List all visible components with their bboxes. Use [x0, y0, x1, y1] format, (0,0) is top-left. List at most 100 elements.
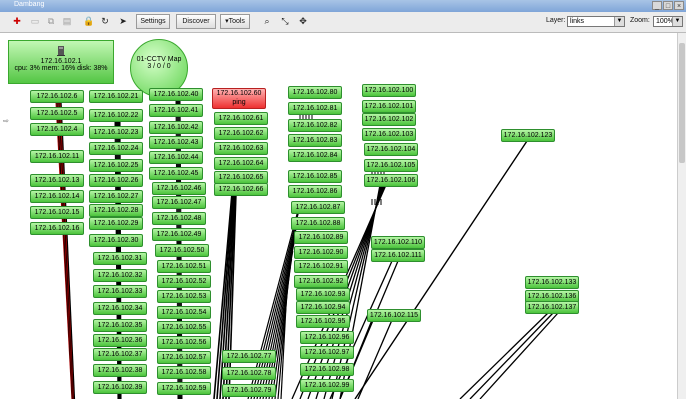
server-node[interactable]: 172.16.102.1 cpu: 3% mem: 16% disk: 38%	[8, 40, 114, 84]
vertical-scrollbar[interactable]	[677, 33, 686, 399]
device-node[interactable]: 172.16.102.79	[222, 384, 276, 397]
pointer-icon[interactable]: ➤	[116, 15, 130, 28]
device-node[interactable]: 172.16.102.52	[157, 275, 211, 288]
device-node[interactable]: 172.16.102.93	[296, 288, 350, 301]
device-node[interactable]: 172.16.102.133	[525, 276, 579, 289]
device-node[interactable]: 172.16.102.115	[367, 309, 421, 322]
device-node[interactable]: 172.16.102.123	[501, 129, 555, 142]
device-node[interactable]: 172.16.102.83	[288, 134, 342, 147]
device-node[interactable]: 172.16.102.37	[93, 348, 147, 361]
device-node[interactable]: 172.16.102.16	[30, 222, 84, 235]
device-node[interactable]: 172.16.102.27	[89, 190, 143, 203]
device-node[interactable]: 172.16.102.39	[93, 381, 147, 394]
center-icon[interactable]: ✥	[296, 15, 310, 28]
device-node[interactable]: 172.16.102.99	[300, 379, 354, 392]
device-node[interactable]: 172.16.102.61	[214, 112, 268, 125]
device-node[interactable]: 172.16.102.40	[149, 88, 203, 101]
scrollbar-thumb[interactable]	[679, 43, 685, 163]
device-node[interactable]: 172.16.102.50	[155, 244, 209, 257]
device-node[interactable]: 172.16.102.35	[93, 319, 147, 332]
device-node[interactable]: 172.16.102.80	[288, 86, 342, 99]
device-node[interactable]: 172.16.102.47	[152, 196, 206, 209]
device-node[interactable]: 172.16.102.24	[89, 142, 143, 155]
fit-icon[interactable]: ⤡	[278, 15, 292, 28]
device-node[interactable]: 172.16.102.104	[364, 143, 418, 156]
remove-icon[interactable]: ▭	[28, 15, 42, 28]
device-node[interactable]: 172.16.102.77	[222, 350, 276, 363]
device-node[interactable]: 172.16.102.4	[30, 123, 84, 136]
device-node[interactable]: 172.16.102.36	[93, 334, 147, 347]
lock-icon[interactable]: 🔒	[82, 15, 96, 28]
device-node[interactable]: 172.16.102.59	[157, 382, 211, 395]
device-node[interactable]: 172.16.102.58	[157, 366, 211, 379]
device-node[interactable]: 172.16.102.81	[288, 102, 342, 115]
device-node[interactable]: 172.16.102.94	[296, 301, 350, 314]
device-node[interactable]: 172.16.102.111	[371, 249, 425, 262]
device-node[interactable]: 172.16.102.82	[288, 119, 342, 132]
device-node[interactable]: 172.16.102.15	[30, 206, 84, 219]
minimize-button[interactable]: _	[652, 1, 662, 10]
device-node[interactable]: 172.16.102.57	[157, 351, 211, 364]
device-node[interactable]: 172.16.102.26	[89, 174, 143, 187]
device-node[interactable]: 172.16.102.137	[525, 301, 579, 314]
device-node[interactable]: 172.16.102.45	[149, 167, 203, 180]
zoom-select[interactable]: 100% ▼	[653, 16, 683, 27]
device-node[interactable]: 172.16.102.90	[294, 246, 348, 259]
device-node[interactable]: 172.16.102.102	[362, 113, 416, 126]
device-node[interactable]: 172.16.102.41	[149, 104, 203, 117]
device-node[interactable]: 172.16.102.11	[30, 150, 84, 163]
device-node[interactable]: 172.16.102.63	[214, 142, 268, 155]
device-node[interactable]: 172.16.102.34	[93, 302, 147, 315]
tools-button[interactable]: ▾Tools	[220, 14, 250, 29]
window-titlebar[interactable]: Dambang _ □ ×	[0, 0, 686, 12]
device-node[interactable]: 172.16.102.44	[149, 151, 203, 164]
device-node[interactable]: 172.16.102.32	[93, 269, 147, 282]
device-node[interactable]: 172.16.102.110	[371, 236, 425, 249]
device-node[interactable]: 172.16.102.56	[157, 336, 211, 349]
device-node[interactable]: 172.16.102.31	[93, 252, 147, 265]
device-node[interactable]: 172.16.102.60 ping	[212, 88, 266, 109]
device-node[interactable]: 172.16.102.14	[30, 190, 84, 203]
device-node[interactable]: 172.16.102.88	[291, 217, 345, 230]
refresh-icon[interactable]: ↻	[98, 15, 112, 28]
device-node[interactable]: 172.16.102.5	[30, 107, 84, 120]
device-node[interactable]: 172.16.102.53	[157, 290, 211, 303]
binoculars-icon[interactable]: ⌕	[260, 15, 274, 28]
device-node[interactable]: 172.16.102.106	[364, 174, 418, 187]
device-node[interactable]: 172.16.102.49	[152, 228, 206, 241]
device-node[interactable]: 172.16.102.78	[222, 367, 276, 380]
device-node[interactable]: 172.16.102.85	[288, 170, 342, 183]
device-node[interactable]: 172.16.102.48	[152, 212, 206, 225]
device-node[interactable]: 172.16.102.97	[300, 346, 354, 359]
device-node[interactable]: 172.16.102.43	[149, 136, 203, 149]
device-node[interactable]: 172.16.102.54	[157, 306, 211, 319]
device-node[interactable]: 172.16.102.23	[89, 126, 143, 139]
maximize-button[interactable]: □	[663, 1, 673, 10]
device-node[interactable]: 172.16.102.30	[89, 234, 143, 247]
device-node[interactable]: 172.16.102.92	[294, 275, 348, 288]
device-node[interactable]: 172.16.102.13	[30, 174, 84, 187]
copy-icon[interactable]: ⧉	[44, 15, 58, 28]
device-node[interactable]: 172.16.102.64	[214, 157, 268, 170]
device-node[interactable]: 172.16.102.96	[300, 331, 354, 344]
device-node[interactable]: 172.16.102.87	[291, 201, 345, 214]
device-node[interactable]: 172.16.102.105	[364, 159, 418, 172]
device-node[interactable]: 172.16.102.95	[296, 315, 350, 328]
device-node[interactable]: 172.16.102.28	[89, 204, 143, 217]
device-node[interactable]: 172.16.102.25	[89, 159, 143, 172]
device-node[interactable]: 172.16.102.91	[294, 260, 348, 273]
device-node[interactable]: 172.16.102.29	[89, 217, 143, 230]
device-node[interactable]: 172.16.102.6	[30, 90, 84, 103]
discover-button[interactable]: Discover	[176, 14, 216, 29]
device-node[interactable]: 172.16.102.42	[149, 121, 203, 134]
device-node[interactable]: 172.16.102.100	[362, 84, 416, 97]
device-node[interactable]: 172.16.102.66	[214, 183, 268, 196]
device-node[interactable]: 172.16.102.55	[157, 321, 211, 334]
device-node[interactable]: 172.16.102.62	[214, 127, 268, 140]
device-node[interactable]: 172.16.102.101	[362, 100, 416, 113]
add-icon[interactable]: ✚	[10, 15, 24, 28]
settings-button[interactable]: Settings	[136, 14, 170, 29]
paste-icon[interactable]: ▤	[60, 15, 74, 28]
device-node[interactable]: 172.16.102.21	[89, 90, 143, 103]
device-node[interactable]: 172.16.102.86	[288, 185, 342, 198]
